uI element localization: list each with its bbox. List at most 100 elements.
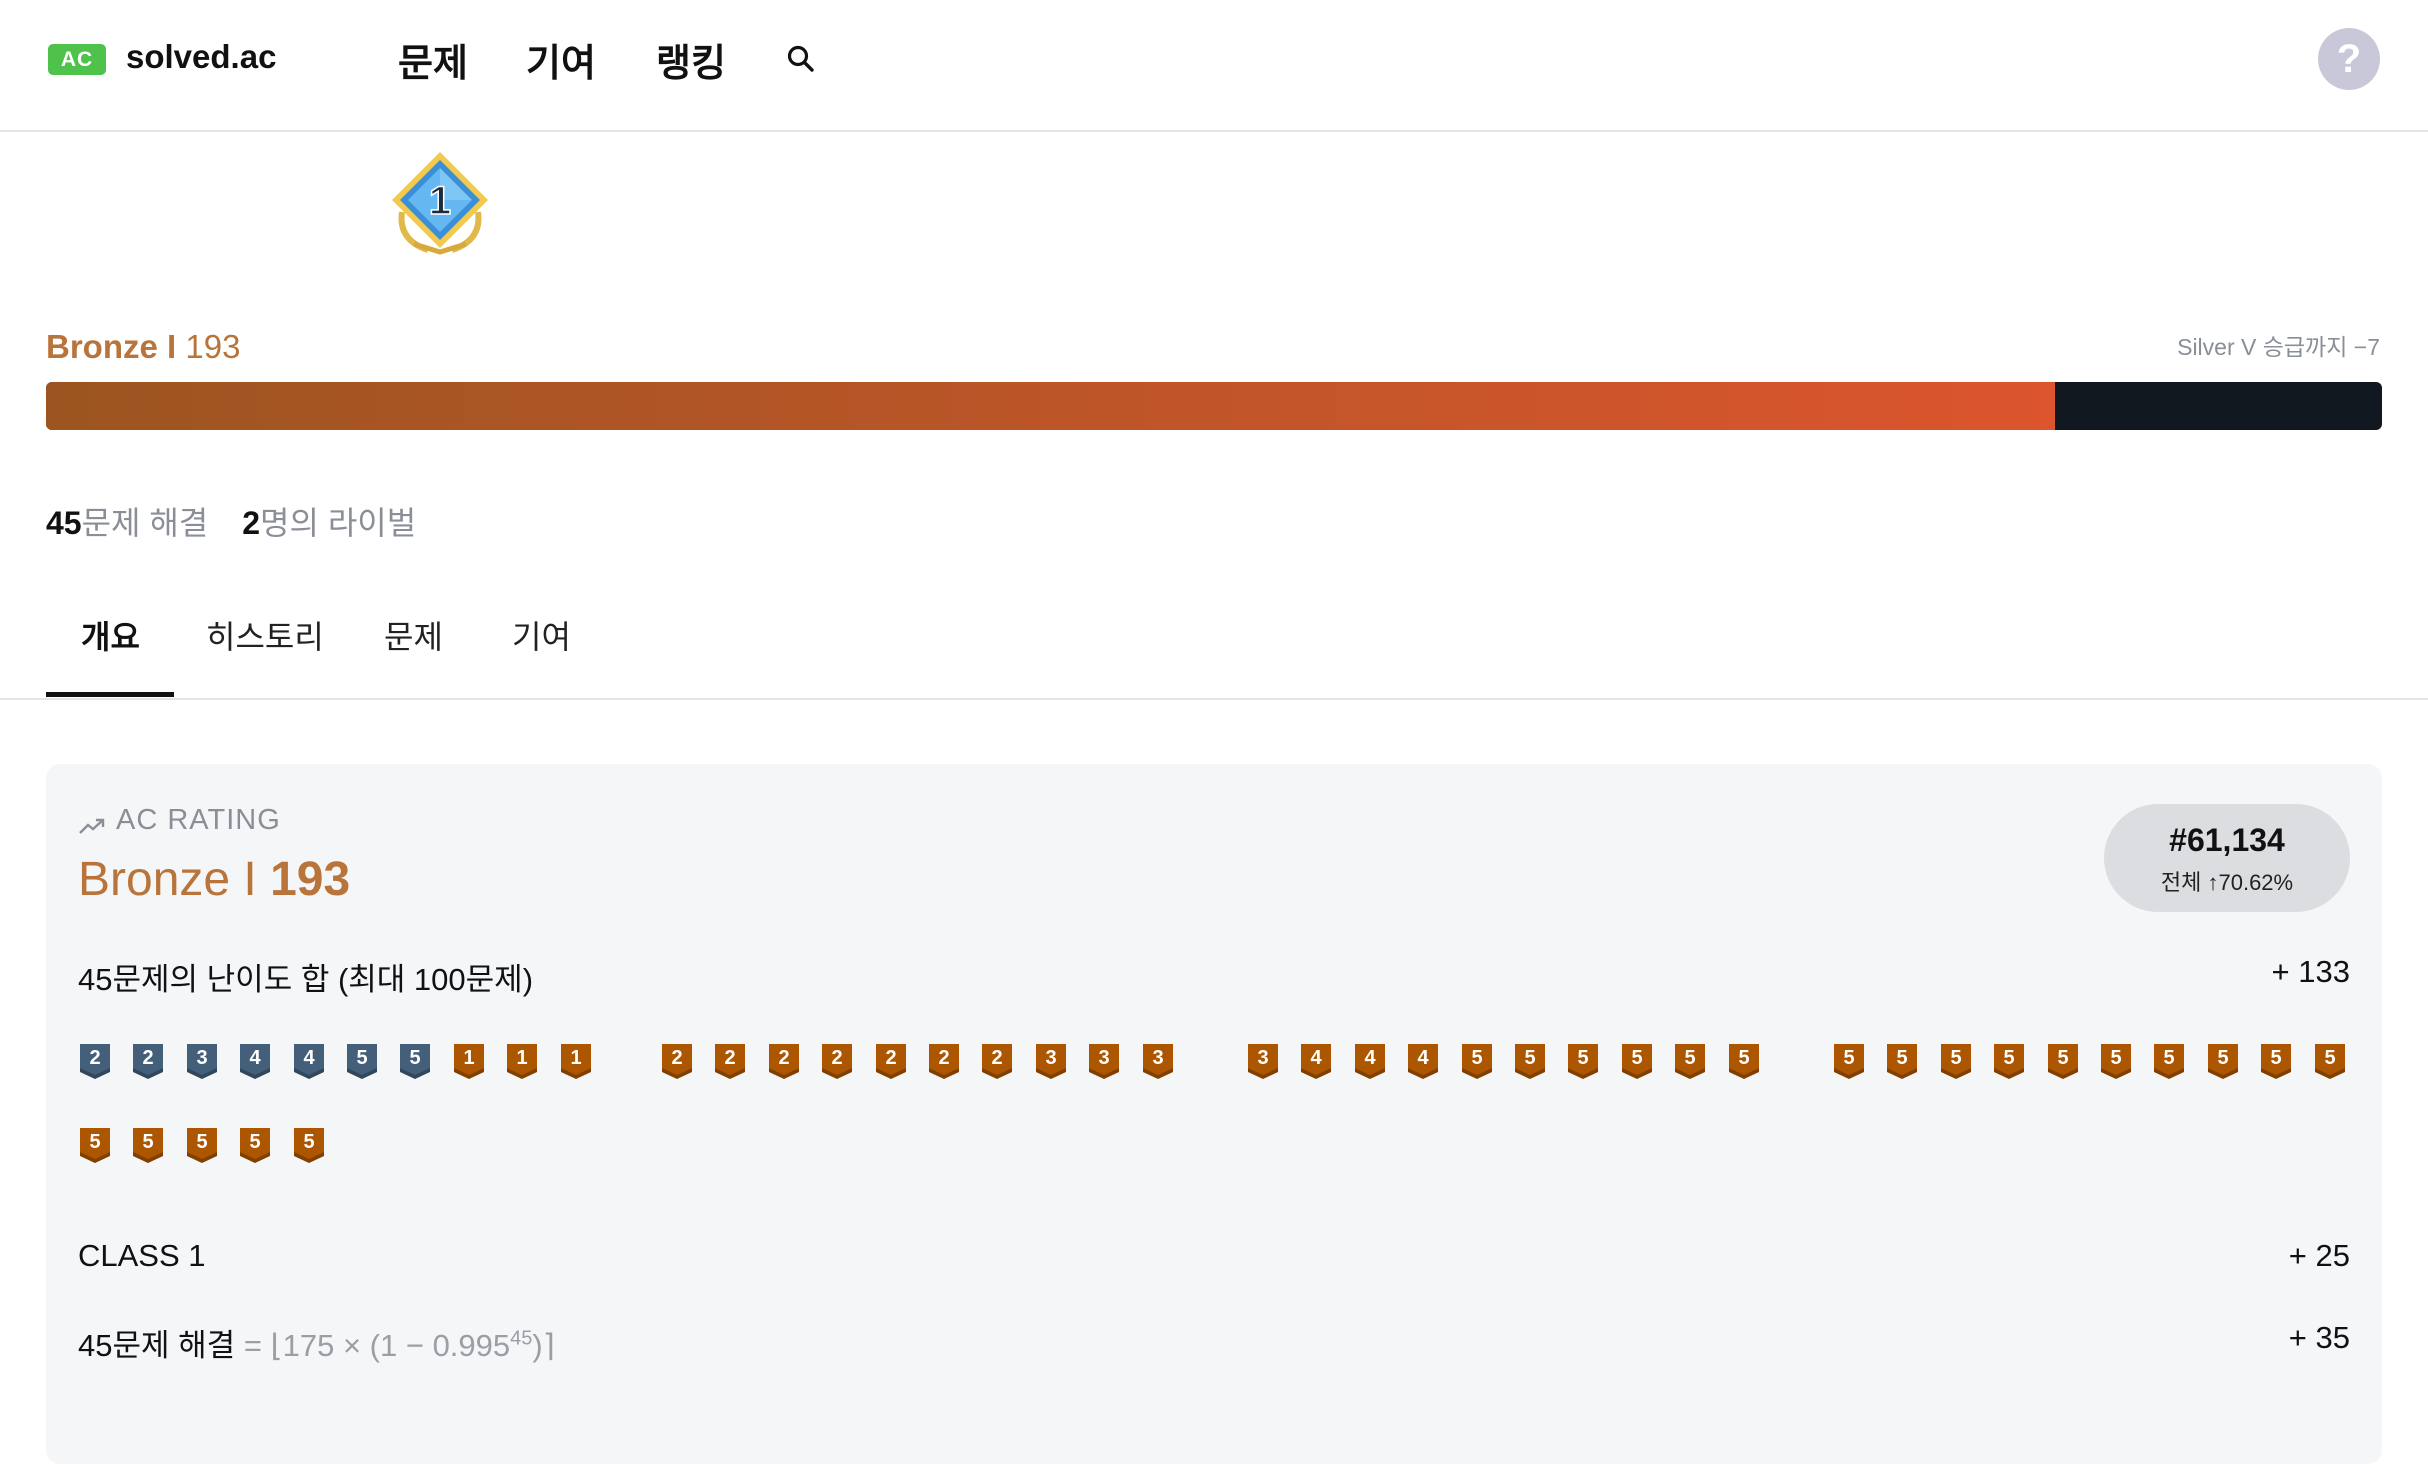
solved-label[interactable]: 문제 해결 bbox=[82, 505, 209, 541]
svg-text:4: 4 bbox=[250, 1047, 262, 1069]
rank-pill[interactable]: #61,134 전체 ↑70.62% bbox=[2104, 804, 2350, 912]
problem-tier-chip[interactable]: 4 bbox=[1353, 1042, 1387, 1080]
problem-tier-chip[interactable]: 2 bbox=[874, 1042, 908, 1080]
nav-contribute[interactable]: 기여 bbox=[526, 32, 596, 87]
search-icon[interactable] bbox=[786, 44, 816, 74]
svg-text:5: 5 bbox=[410, 1047, 421, 1069]
tab-contribute[interactable]: 기여 bbox=[512, 612, 571, 658]
svg-text:2: 2 bbox=[89, 1047, 100, 1069]
problem-tier-chip[interactable]: 3 bbox=[1034, 1042, 1068, 1080]
svg-text:5: 5 bbox=[2057, 1047, 2068, 1069]
problem-tier-chip[interactable]: 3 bbox=[1087, 1042, 1121, 1080]
problem-tier-chip[interactable]: 2 bbox=[927, 1042, 961, 1080]
problem-tier-chip[interactable]: 4 bbox=[292, 1042, 326, 1080]
problem-tier-chip[interactable]: 1 bbox=[505, 1042, 539, 1080]
card-tier: Bronze I 193 bbox=[78, 852, 350, 907]
formula-prefix: = ⌊175 × (1 − 0.995 bbox=[243, 1328, 511, 1363]
svg-text:5: 5 bbox=[1738, 1047, 1749, 1069]
svg-text:4: 4 bbox=[1311, 1047, 1323, 1069]
rating-value: 193 bbox=[185, 328, 241, 365]
svg-text:5: 5 bbox=[303, 1131, 314, 1153]
trending-up-icon bbox=[78, 811, 106, 835]
tab-overview[interactable]: 개요 bbox=[81, 612, 140, 658]
solved-count[interactable]: 45 bbox=[46, 505, 82, 541]
solved-bonus-formula: = ⌊175 × (1 − 0.99545)⌉ bbox=[244, 1328, 555, 1363]
difficulty-sum-label: 45문제의 난이도 합 (최대 100문제) bbox=[78, 962, 534, 997]
svg-text:2: 2 bbox=[832, 1047, 843, 1069]
problem-tier-chip[interactable]: 5 bbox=[292, 1126, 326, 1164]
problem-tier-chip[interactable]: 3 bbox=[185, 1042, 219, 1080]
problem-tier-chip[interactable]: 5 bbox=[2152, 1042, 2186, 1080]
class-label: CLASS 1 bbox=[78, 1238, 206, 1273]
problem-tier-chip[interactable]: 5 bbox=[2259, 1042, 2293, 1080]
problem-tier-chip[interactable]: 4 bbox=[238, 1042, 272, 1080]
svg-text:5: 5 bbox=[1897, 1047, 1908, 1069]
problem-tier-chip[interactable]: 5 bbox=[131, 1126, 165, 1164]
problem-tier-chip[interactable]: 5 bbox=[1885, 1042, 1919, 1080]
nav-ranking[interactable]: 랭킹 bbox=[656, 32, 726, 87]
svg-text:5: 5 bbox=[1578, 1047, 1589, 1069]
tab-problems[interactable]: 문제 bbox=[384, 612, 443, 658]
problem-tier-chip[interactable]: 1 bbox=[452, 1042, 486, 1080]
svg-text:2: 2 bbox=[725, 1047, 736, 1069]
svg-text:2: 2 bbox=[938, 1047, 949, 1069]
svg-text:3: 3 bbox=[1099, 1047, 1110, 1069]
svg-text:5: 5 bbox=[2217, 1047, 2228, 1069]
problem-tier-chip[interactable]: 5 bbox=[2099, 1042, 2133, 1080]
svg-text:2: 2 bbox=[992, 1047, 1003, 1069]
formula-suffix: )⌉ bbox=[532, 1328, 555, 1363]
problem-tier-chip[interactable]: 5 bbox=[1620, 1042, 1654, 1080]
solved-bonus-value: + 35 bbox=[2288, 1320, 2350, 1355]
problem-tier-chip[interactable]: 5 bbox=[1832, 1042, 1866, 1080]
problem-tier-chip[interactable]: 5 bbox=[2206, 1042, 2240, 1080]
problem-tier-chip[interactable]: 5 bbox=[1460, 1042, 1494, 1080]
problem-tier-chip[interactable]: 2 bbox=[713, 1042, 747, 1080]
rank-number: #61,134 bbox=[2169, 822, 2285, 858]
svg-text:1: 1 bbox=[570, 1047, 581, 1069]
problem-tier-chip[interactable]: 5 bbox=[185, 1126, 219, 1164]
problem-tier-chip[interactable]: 1 bbox=[559, 1042, 593, 1080]
logo-text[interactable]: solved.ac bbox=[126, 38, 276, 76]
problem-tier-chip[interactable]: 2 bbox=[78, 1042, 112, 1080]
svg-text:4: 4 bbox=[1418, 1047, 1430, 1069]
help-button[interactable]: ? bbox=[2318, 28, 2380, 90]
problem-tier-chip[interactable]: 5 bbox=[1939, 1042, 1973, 1080]
problem-tier-chip[interactable]: 4 bbox=[1299, 1042, 1333, 1080]
formula-exponent: 45 bbox=[510, 1327, 533, 1350]
rating-summary: Bronze I 193 bbox=[46, 328, 240, 366]
svg-text:5: 5 bbox=[1471, 1047, 1482, 1069]
svg-text:1: 1 bbox=[517, 1047, 528, 1069]
problem-tier-chip[interactable]: 2 bbox=[820, 1042, 854, 1080]
rivals-count[interactable]: 2 bbox=[242, 505, 260, 541]
active-tab-indicator bbox=[46, 692, 174, 697]
problem-tier-chip[interactable]: 4 bbox=[1406, 1042, 1440, 1080]
logo-badge[interactable]: AC bbox=[48, 44, 106, 75]
problem-tier-chip[interactable]: 5 bbox=[1673, 1042, 1707, 1080]
problem-tier-chip[interactable]: 5 bbox=[2046, 1042, 2080, 1080]
problem-tier-chip[interactable]: 2 bbox=[980, 1042, 1014, 1080]
problem-tier-chip[interactable]: 2 bbox=[767, 1042, 801, 1080]
problem-tier-chip[interactable]: 5 bbox=[1992, 1042, 2026, 1080]
top-navbar: AC solved.ac 문제 기여 랭킹 ? bbox=[0, 0, 2428, 132]
svg-text:5: 5 bbox=[1843, 1047, 1854, 1069]
problem-tier-chip[interactable]: 2 bbox=[660, 1042, 694, 1080]
problem-tier-chip[interactable]: 5 bbox=[345, 1042, 379, 1080]
svg-text:5: 5 bbox=[250, 1131, 261, 1153]
problem-tier-chip[interactable]: 3 bbox=[1246, 1042, 1280, 1080]
svg-text:2: 2 bbox=[885, 1047, 896, 1069]
problem-tier-chip[interactable]: 5 bbox=[238, 1126, 272, 1164]
tab-history[interactable]: 히스토리 bbox=[206, 612, 324, 658]
tier-badge-number: 1 bbox=[429, 179, 451, 223]
problem-tier-chip[interactable]: 2 bbox=[131, 1042, 165, 1080]
problem-tier-chip[interactable]: 5 bbox=[1513, 1042, 1547, 1080]
problem-tier-chip[interactable]: 5 bbox=[2313, 1042, 2347, 1080]
problem-tier-chip[interactable]: 5 bbox=[1566, 1042, 1600, 1080]
nav-problems[interactable]: 문제 bbox=[398, 32, 468, 87]
problem-tier-chip[interactable]: 3 bbox=[1141, 1042, 1175, 1080]
svg-text:3: 3 bbox=[1257, 1047, 1268, 1069]
rivals-label[interactable]: 명의 라이벌 bbox=[260, 505, 416, 541]
problem-tier-chip[interactable]: 5 bbox=[1727, 1042, 1761, 1080]
solved-bonus-label: 45문제 해결 = ⌊175 × (1 − 0.99545)⌉ bbox=[78, 1320, 555, 1365]
problem-tier-chip[interactable]: 5 bbox=[78, 1126, 112, 1164]
problem-tier-chip[interactable]: 5 bbox=[398, 1042, 432, 1080]
